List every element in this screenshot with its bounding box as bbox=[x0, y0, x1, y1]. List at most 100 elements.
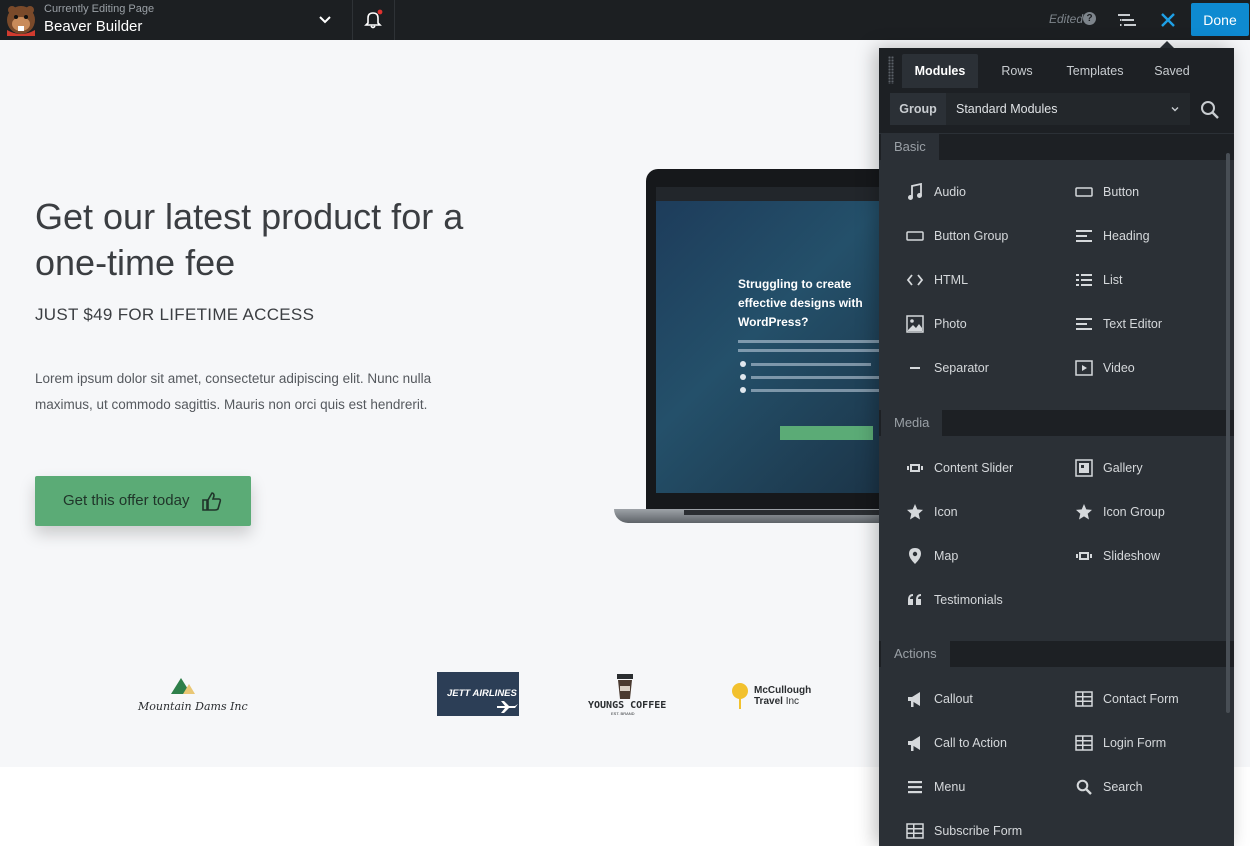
module-label: Button Group bbox=[934, 229, 1009, 243]
module-search[interactable]: Search bbox=[1075, 775, 1234, 799]
coffee-logo-text: YOUNGS COFFEE bbox=[588, 700, 667, 711]
module-label: HTML bbox=[934, 273, 969, 287]
bell-icon[interactable] bbox=[363, 9, 383, 29]
close-icon[interactable] bbox=[1158, 10, 1178, 30]
video-icon bbox=[1075, 360, 1093, 376]
tab-templates[interactable]: Templates bbox=[1055, 54, 1135, 88]
hero-description: Lorem ipsum dolor sit amet, consectetur … bbox=[35, 371, 432, 412]
module-photo[interactable]: Photo bbox=[906, 312, 1066, 336]
map-pin-icon bbox=[909, 548, 921, 564]
star-icon bbox=[1076, 504, 1092, 520]
slider-icon bbox=[1076, 552, 1092, 560]
module-label: Call to Action bbox=[934, 736, 1007, 750]
megaphone-icon bbox=[908, 692, 920, 707]
tab-saved[interactable]: Saved bbox=[1141, 54, 1203, 88]
thumbs-up-icon bbox=[202, 492, 222, 511]
screen-text-line bbox=[738, 340, 888, 343]
top-toolbar: Currently Editing Page Beaver Builder Ed… bbox=[0, 0, 1250, 40]
form-icon bbox=[1075, 691, 1093, 707]
module-call-to-action[interactable]: Call to Action bbox=[906, 731, 1066, 755]
module-button[interactable]: Button bbox=[1075, 180, 1234, 204]
screen-text-line bbox=[751, 389, 881, 392]
module-html[interactable]: HTML bbox=[906, 268, 1066, 292]
module-map[interactable]: Map bbox=[906, 544, 1066, 568]
button-icon bbox=[1075, 187, 1093, 197]
form-icon bbox=[906, 823, 924, 839]
screen-check-icon bbox=[740, 374, 746, 380]
module-label: Map bbox=[934, 549, 959, 563]
module-label: Search bbox=[1103, 780, 1143, 794]
hero-subtitle: JUST $49 FOR LIFETIME ACCESS bbox=[35, 305, 315, 324]
module-label: List bbox=[1103, 273, 1123, 287]
tab-rows[interactable]: Rows bbox=[986, 54, 1048, 88]
plane-icon bbox=[497, 701, 518, 713]
chevron-down-icon[interactable] bbox=[316, 11, 334, 29]
screen-check-icon bbox=[740, 387, 746, 393]
module-label: Button bbox=[1103, 185, 1140, 199]
module-label: Slideshow bbox=[1103, 549, 1160, 563]
module-label: Subscribe Form bbox=[934, 824, 1023, 838]
drag-handle[interactable] bbox=[888, 56, 894, 84]
jett-logo-text: JETT AIRLINES bbox=[447, 688, 517, 699]
section-body-basic: Audio Button Button Group Heading HTML List Ph… bbox=[881, 160, 1226, 406]
module-callout[interactable]: Callout bbox=[906, 687, 1066, 711]
toolbar-divider bbox=[352, 0, 353, 40]
module-heading[interactable]: Heading bbox=[1075, 224, 1234, 248]
module-testimonials[interactable]: Testimonials bbox=[906, 588, 1066, 612]
module-label: Testimonials bbox=[934, 593, 1003, 607]
panel-scrollbar[interactable] bbox=[1226, 153, 1230, 713]
megaphone-icon bbox=[908, 736, 920, 751]
star-icon bbox=[907, 504, 923, 520]
screen-check-icon bbox=[740, 361, 746, 367]
module-audio[interactable]: Audio bbox=[906, 180, 1066, 204]
module-menu[interactable]: Menu bbox=[906, 775, 1066, 799]
group-select[interactable]: Standard Modules bbox=[946, 93, 1190, 125]
music-note-icon bbox=[908, 183, 922, 200]
module-login-form[interactable]: Login Form bbox=[1075, 731, 1234, 755]
search-icon bbox=[1076, 779, 1092, 795]
tab-modules[interactable]: Modules bbox=[902, 54, 978, 88]
module-gallery[interactable]: Gallery bbox=[1075, 456, 1234, 480]
toolbar-divider bbox=[394, 0, 395, 40]
section-body-actions: Callout Contact Form Call to Action Login F… bbox=[881, 667, 1226, 846]
module-icon-group[interactable]: Icon Group bbox=[1075, 500, 1234, 524]
section-title: Actions bbox=[881, 641, 950, 667]
screen-toolbar bbox=[656, 187, 896, 201]
group-label[interactable]: Group bbox=[890, 93, 946, 125]
module-list[interactable]: List bbox=[1075, 268, 1234, 292]
travel-logo-text: McCullough bbox=[754, 685, 812, 696]
outline-icon[interactable] bbox=[1117, 10, 1137, 30]
module-text-editor[interactable]: Text Editor bbox=[1075, 312, 1234, 336]
module-content-slider[interactable]: Content Slider bbox=[906, 456, 1066, 480]
module-label: Gallery bbox=[1103, 461, 1143, 475]
module-label: Separator bbox=[934, 361, 989, 375]
section-title: Media bbox=[881, 410, 943, 436]
done-button[interactable]: Done bbox=[1191, 3, 1249, 36]
coffee-cup-icon bbox=[617, 674, 633, 699]
laptop-screen: Struggling to create effective designs w… bbox=[656, 187, 896, 493]
module-subscribe-form[interactable]: Subscribe Form bbox=[906, 819, 1066, 843]
module-label: Video bbox=[1103, 361, 1135, 375]
section-header-actions: Actions bbox=[879, 641, 1234, 667]
coffee-logo-subtext: EST. BRAND bbox=[611, 711, 635, 716]
module-contact-form[interactable]: Contact Form bbox=[1075, 687, 1234, 711]
module-icon[interactable]: Icon bbox=[906, 500, 1066, 524]
search-icon[interactable] bbox=[1199, 99, 1221, 121]
chevron-down-icon[interactable] bbox=[1169, 103, 1181, 115]
module-button-group[interactable]: Button Group bbox=[906, 224, 1066, 248]
form-icon bbox=[1075, 735, 1093, 751]
cta-button[interactable]: Get this offer today bbox=[35, 476, 251, 526]
module-slideshow[interactable]: Slideshow bbox=[1075, 544, 1234, 568]
menu-icon bbox=[908, 781, 922, 794]
beaver-logo-icon[interactable] bbox=[4, 2, 38, 36]
module-label: Audio bbox=[934, 185, 966, 199]
module-label: Menu bbox=[934, 780, 966, 794]
module-video[interactable]: Video bbox=[1075, 356, 1234, 380]
help-icon[interactable]: ? bbox=[1083, 12, 1096, 25]
code-icon bbox=[906, 274, 924, 286]
laptop-keyboard bbox=[684, 510, 880, 515]
module-label: Icon bbox=[934, 505, 958, 519]
page-title[interactable]: Beaver Builder bbox=[44, 18, 142, 35]
button-group-icon bbox=[906, 231, 924, 241]
module-separator[interactable]: Separator bbox=[906, 356, 1066, 380]
